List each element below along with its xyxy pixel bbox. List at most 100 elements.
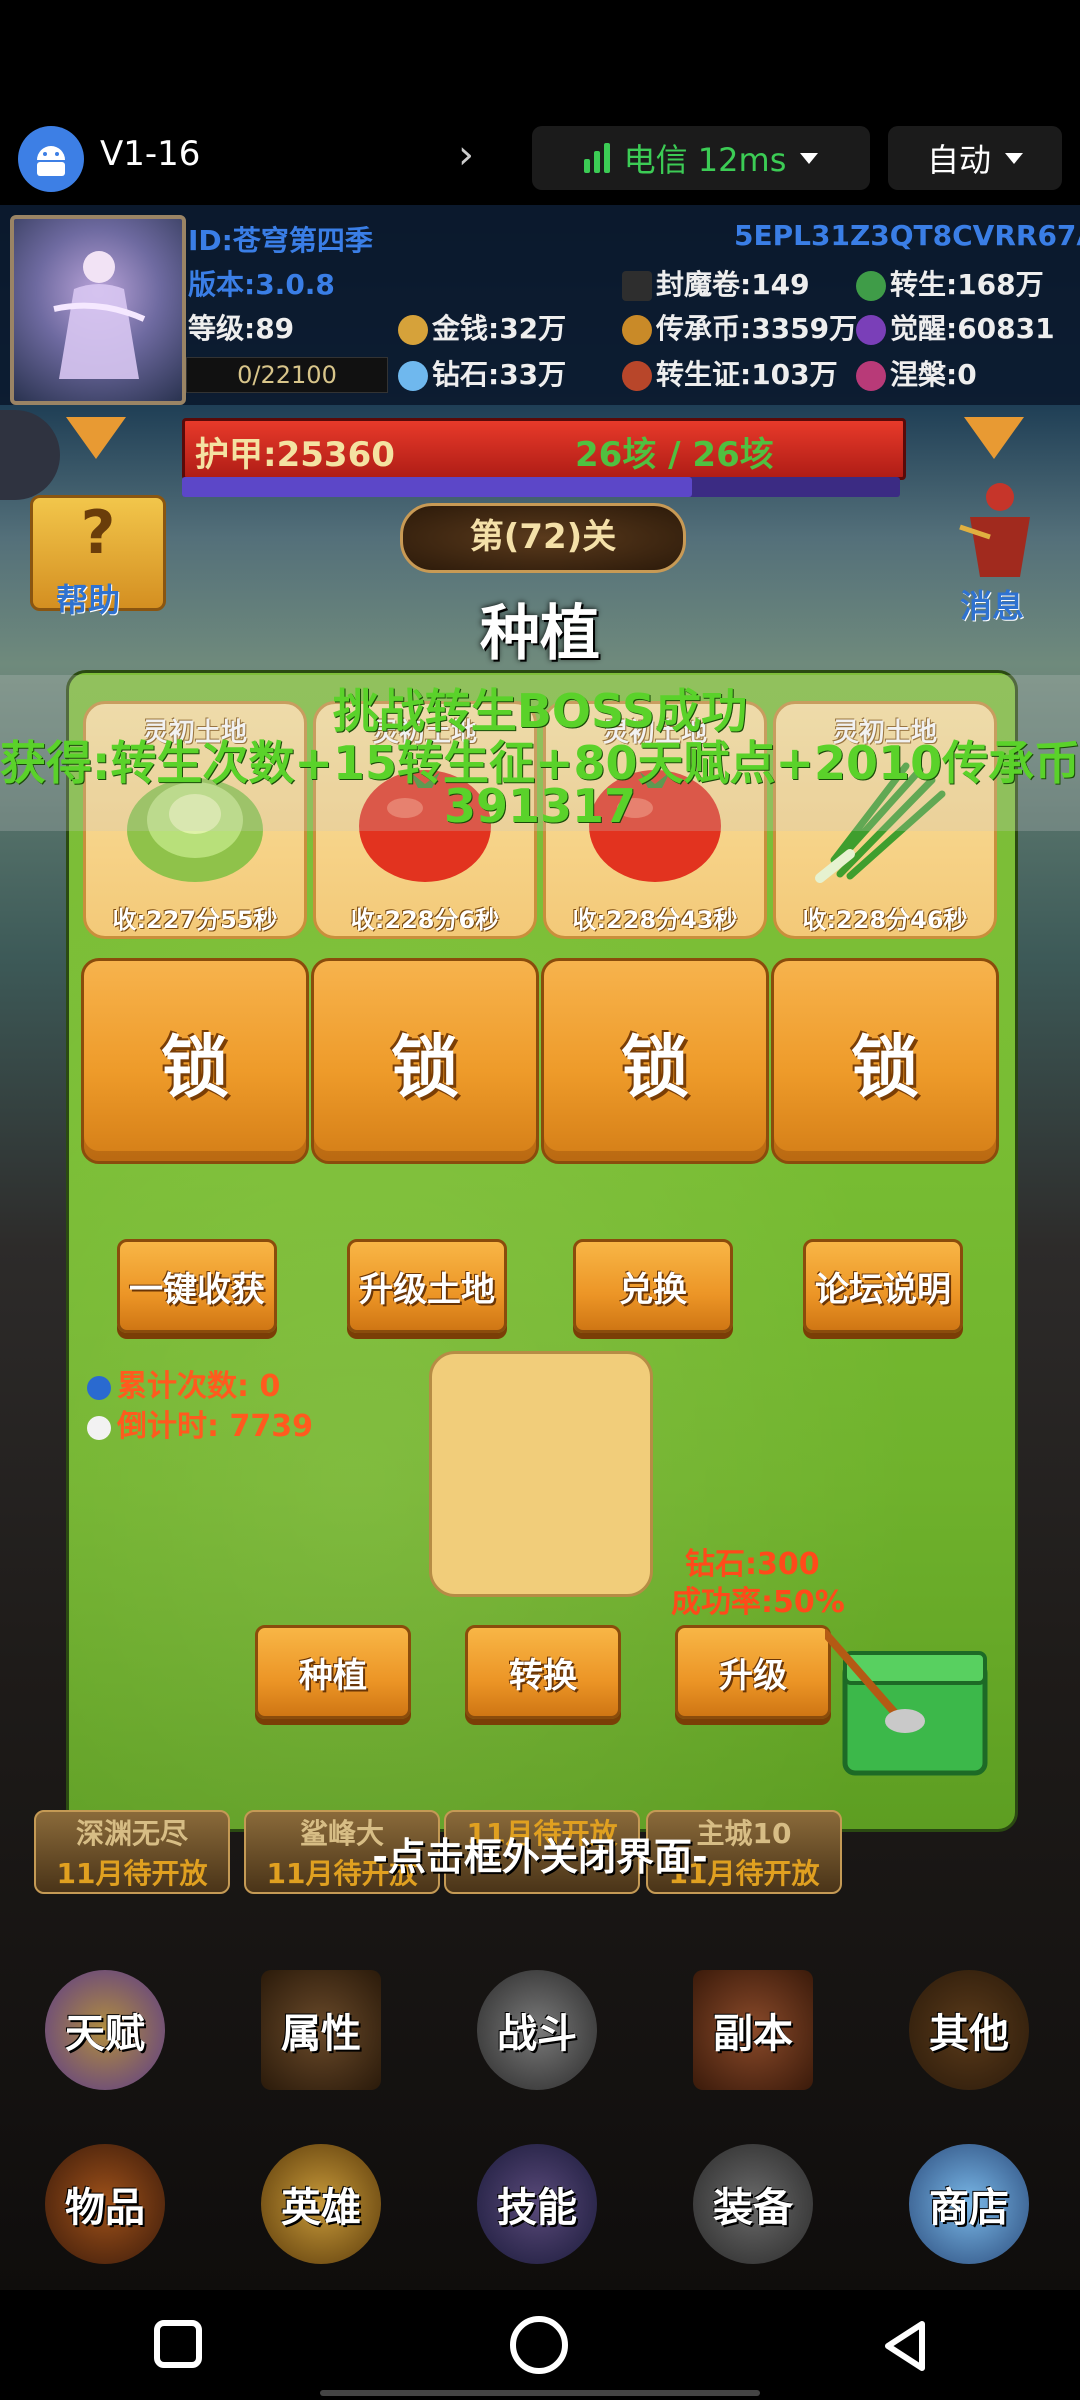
collapse-right-icon[interactable] (964, 417, 1024, 459)
clock-icon (87, 1415, 111, 1440)
back-icon[interactable] (880, 2318, 930, 2378)
awaken-icon (856, 315, 886, 345)
menu-label: 技能 (497, 2185, 577, 2231)
collapse-left-icon[interactable] (66, 417, 126, 459)
android-icon[interactable] (18, 126, 84, 192)
seed-slot[interactable] (429, 1351, 653, 1597)
menu-label: 天赋 (65, 2011, 145, 2057)
system-nav-bar (0, 2290, 1080, 2400)
energy-fill (182, 477, 692, 497)
success-rate: 成功率:50% (671, 1585, 845, 1620)
inherit-coin-stat: 传承币:3359万 (622, 307, 857, 347)
locked-slot-4[interactable]: 锁 (771, 958, 999, 1164)
menu-label: 英雄 (281, 2185, 361, 2231)
signal-icon (583, 143, 610, 173)
gold-stat: 金钱:32万 (398, 307, 566, 347)
armor-hp-bar: 护甲:25360 26垓 / 26垓 (182, 418, 906, 480)
network-label: 电信 12ms (623, 141, 787, 179)
plot-timer: 收:228分6秒 (350, 906, 500, 934)
menu-equipment[interactable]: 装备 (678, 2144, 828, 2264)
menu-attributes[interactable]: 属性 (246, 1970, 396, 2090)
toolbox-icon[interactable] (821, 1593, 995, 1787)
floating-assist-icon[interactable] (0, 410, 60, 500)
seal-value: 封魔卷:149 (656, 268, 810, 301)
locked-slot-2[interactable]: 锁 (311, 958, 539, 1164)
exchange-button[interactable]: 兑换 (573, 1239, 733, 1333)
nirvana-stat: 涅槃:0 (856, 353, 977, 393)
energy-bar (182, 477, 900, 497)
player-code: 5EPL31Z3QT8CVRR67A (734, 219, 1080, 252)
mode-label: 自动 (926, 141, 991, 179)
menu-label: 物品 (65, 2185, 145, 2231)
game-version: 版本:3.0.8 (188, 268, 335, 301)
diamond-stat: 钻石:33万 (398, 353, 566, 393)
plot-timer: 收:228分43秒 (572, 906, 738, 934)
reward-banner: 挑战转生BOSS成功 获得:转生次数+15转生征+80天赋点+2010传承币+ … (0, 675, 1080, 833)
hp-value: 26垓 / 26垓 (575, 435, 774, 475)
seal-scroll-icon (622, 271, 652, 301)
diamond-icon (398, 361, 428, 391)
nirvana-value: 涅槃:0 (890, 358, 977, 391)
emulator-top-bar: V1-16 › 电信 12ms 自动 (0, 0, 1080, 205)
locked-slot-3[interactable]: 锁 (541, 958, 769, 1164)
menu-label: 战斗 (497, 2011, 577, 2057)
recents-icon[interactable] (154, 2320, 202, 2368)
menu-battle[interactable]: 战斗 (462, 1970, 612, 2090)
upgrade-land-button[interactable]: 升级土地 (347, 1239, 507, 1333)
menu-items[interactable]: 物品 (30, 2144, 180, 2264)
mode-dropdown[interactable]: 自动 (888, 126, 1062, 190)
locked-slot-1[interactable]: 锁 (81, 958, 309, 1164)
plot-timer: 收:227分55秒 (112, 906, 278, 934)
awaken-value: 觉醒:60831 (890, 312, 1055, 345)
chevron-right-icon[interactable]: › (458, 132, 474, 178)
device-name: V1-16 (100, 134, 201, 174)
menu-heroes[interactable]: 英雄 (246, 2144, 396, 2264)
menu-dungeon[interactable]: 副本 (678, 1970, 828, 2090)
menu-label: 商店 (929, 2185, 1009, 2231)
rebirth-cert-value: 转生证:103万 (656, 358, 838, 391)
countdown: 倒计时: 7739 (87, 1401, 313, 1445)
harvest-all-button[interactable]: 一键收获 (117, 1239, 277, 1333)
armor-value: 护甲:25360 (195, 435, 395, 475)
awaken-stat: 觉醒:60831 (856, 307, 1055, 347)
plot-timer: 收:228分46秒 (802, 906, 968, 934)
total-count: 累计次数: 0 (87, 1361, 280, 1405)
convert-button[interactable]: 转换 (465, 1625, 621, 1719)
planting-dialog: 灵初土地 收:227分55秒 灵初土地 收:228分6秒 灵初土地 收:228分… (66, 670, 1018, 1832)
nirvana-icon (856, 361, 886, 391)
rebirth-value: 转生:168万 (890, 268, 1044, 301)
player-level: 等级:89 (188, 312, 295, 345)
message-hero-icon[interactable] (950, 467, 1050, 587)
total-count-value: 累计次数: 0 (117, 1369, 281, 1404)
menu-label: 属性 (281, 2011, 361, 2057)
home-icon[interactable] (510, 2316, 568, 2374)
upgrade-button[interactable]: 升级 (675, 1625, 831, 1719)
menu-label: 其他 (929, 2011, 1009, 2057)
menu-talent[interactable]: 天赋 (30, 1970, 180, 2090)
inherit-coin-value: 传承币:3359万 (656, 312, 858, 345)
gold-value: 金钱:32万 (432, 312, 567, 345)
player-avatar[interactable] (10, 215, 186, 405)
seal-stat: 封魔卷:149 (622, 263, 810, 303)
rebirth-cert-icon (622, 361, 652, 391)
player-id: ID:苍穹第四季 (188, 224, 373, 257)
close-hint[interactable]: -点击框外关闭界面- (0, 1826, 1080, 1881)
countdown-value: 倒计时: 7739 (117, 1409, 313, 1444)
menu-skills[interactable]: 技能 (462, 2144, 612, 2264)
rebirth-cert-stat: 转生证:103万 (622, 353, 838, 393)
network-dropdown[interactable]: 电信 12ms (532, 126, 870, 190)
exp-bar: 0/22100 (186, 357, 388, 393)
globe-icon (87, 1375, 111, 1400)
forum-guide-button[interactable]: 论坛说明 (803, 1239, 963, 1333)
gesture-handle (320, 2390, 760, 2396)
menu-other[interactable]: 其他 (894, 1970, 1044, 2090)
gold-coin-icon (398, 315, 428, 345)
inherit-coin-icon (622, 315, 652, 345)
rebirth-icon (856, 271, 886, 301)
dropdown-arrow-icon (800, 152, 819, 164)
stage-label: 第(72)关 (400, 503, 686, 573)
menu-shop[interactable]: 商店 (894, 2144, 1044, 2264)
plant-button[interactable]: 种植 (255, 1625, 411, 1719)
question-icon: ? (80, 498, 116, 568)
diamond-value: 钻石:33万 (432, 358, 567, 391)
